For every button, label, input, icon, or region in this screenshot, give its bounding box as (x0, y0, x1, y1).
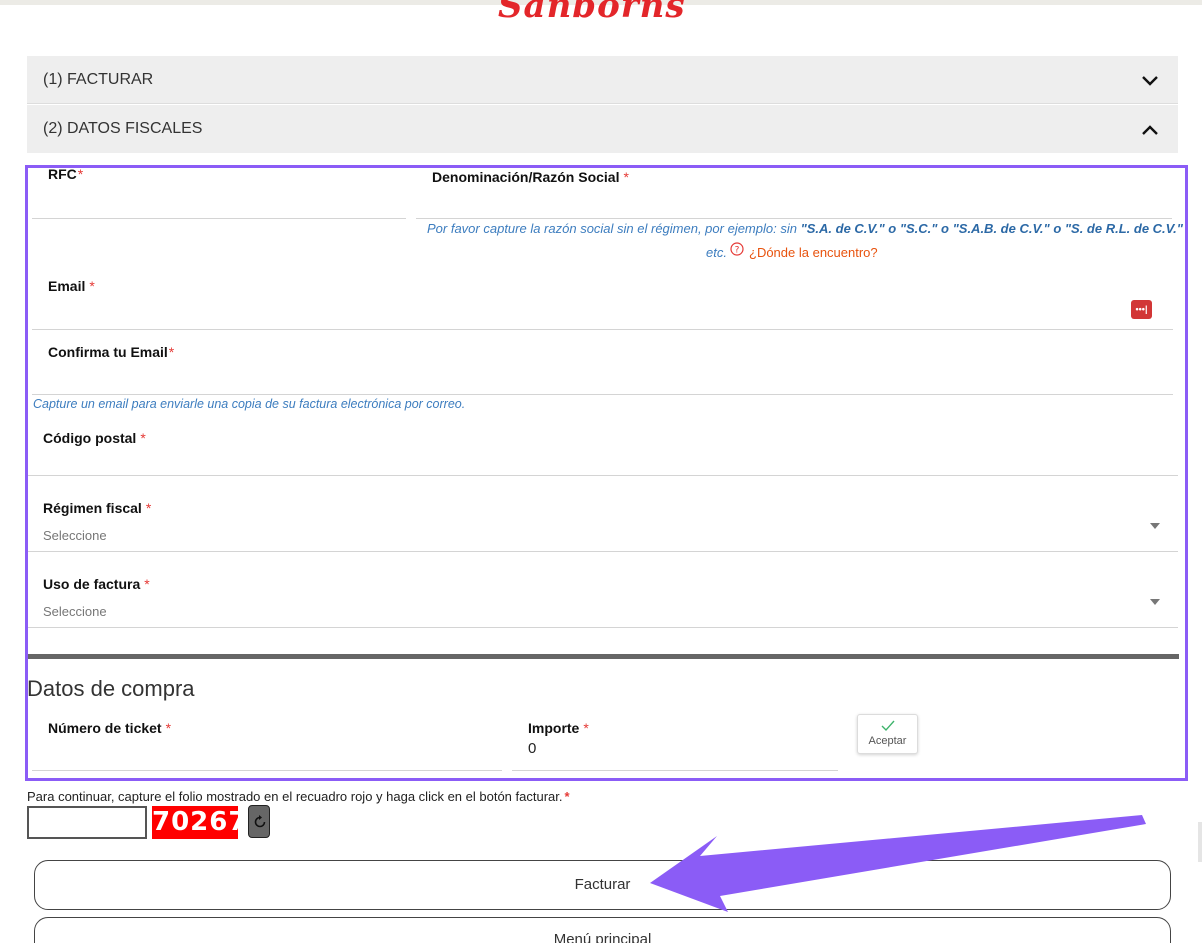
accordion-facturar[interactable]: (1) FACTURAR (27, 56, 1178, 104)
ticket-label: Número de ticket * (48, 720, 172, 736)
where-link[interactable]: ¿Dónde la encuentro? (749, 245, 878, 260)
menu-principal-button[interactable]: Menú principal (34, 917, 1171, 943)
email-hint: Capture un email para enviarle una copia… (33, 397, 466, 411)
scrollbar-edge[interactable] (1198, 822, 1202, 862)
check-icon (881, 720, 895, 732)
rfc-input[interactable] (32, 218, 406, 219)
accordion-datos-fiscales-label: (2) DATOS FISCALES (43, 120, 203, 137)
ticket-input[interactable] (32, 770, 502, 771)
refresh-icon (254, 815, 266, 828)
uso-dropdown-arrow-icon[interactable] (1150, 599, 1160, 605)
uso-factura-select[interactable]: Seleccione (43, 604, 107, 619)
accordion-datos-fiscales[interactable]: (2) DATOS FISCALES (27, 105, 1178, 153)
captcha-code: 70267 (152, 806, 248, 839)
confirm-email-input[interactable] (32, 394, 1173, 395)
help-icon[interactable]: ? (730, 242, 744, 256)
codigo-postal-label: Código postal * (43, 430, 146, 446)
datos-compra-title: Datos de compra (27, 676, 195, 701)
refresh-captcha-button[interactable] (248, 805, 270, 838)
sanborns-logo: Sanborns (498, 0, 686, 26)
accordion-facturar-label: (1) FACTURAR (43, 70, 154, 88)
regimen-fiscal-select[interactable]: Seleccione (43, 528, 107, 543)
aceptar-label: Aceptar (868, 735, 907, 747)
password-manager-icon[interactable]: •••| (1131, 300, 1152, 319)
chevron-down-icon (1142, 76, 1158, 86)
email-label: Email * (48, 278, 95, 294)
uso-factura-label: Uso de factura * (43, 576, 150, 592)
razon-social-hint: Por favor capture la razón social sin el… (427, 221, 1183, 236)
regimen-fiscal-label: Régimen fiscal * (43, 500, 152, 516)
datos-fiscales-panel (25, 165, 1188, 781)
regimen-fiscal-underline (28, 551, 1178, 552)
rfc-label: RFC* (48, 166, 84, 182)
importe-input[interactable]: 0 (528, 740, 536, 757)
section-divider (28, 654, 1179, 659)
facturar-button[interactable]: Facturar (34, 860, 1171, 910)
importe-underline (512, 770, 838, 771)
chevron-up-icon (1142, 125, 1158, 135)
svg-text:?: ? (735, 246, 740, 256)
regimen-dropdown-arrow-icon[interactable] (1150, 523, 1160, 529)
uso-factura-underline (28, 627, 1178, 628)
captcha-instructions: Para continuar, capture el folio mostrad… (27, 789, 570, 804)
confirm-email-label: Confirma tu Email* (48, 344, 175, 360)
razon-social-hint-etc: etc. (706, 245, 727, 260)
importe-label: Importe * (528, 720, 589, 736)
captcha-input[interactable] (27, 806, 147, 839)
aceptar-button[interactable]: Aceptar (857, 714, 918, 754)
razon-social-label: Denominación/Razón Social * (432, 169, 629, 185)
codigo-postal-input[interactable] (28, 475, 1178, 476)
email-input[interactable] (32, 329, 1173, 330)
razon-social-input[interactable] (416, 218, 1172, 219)
